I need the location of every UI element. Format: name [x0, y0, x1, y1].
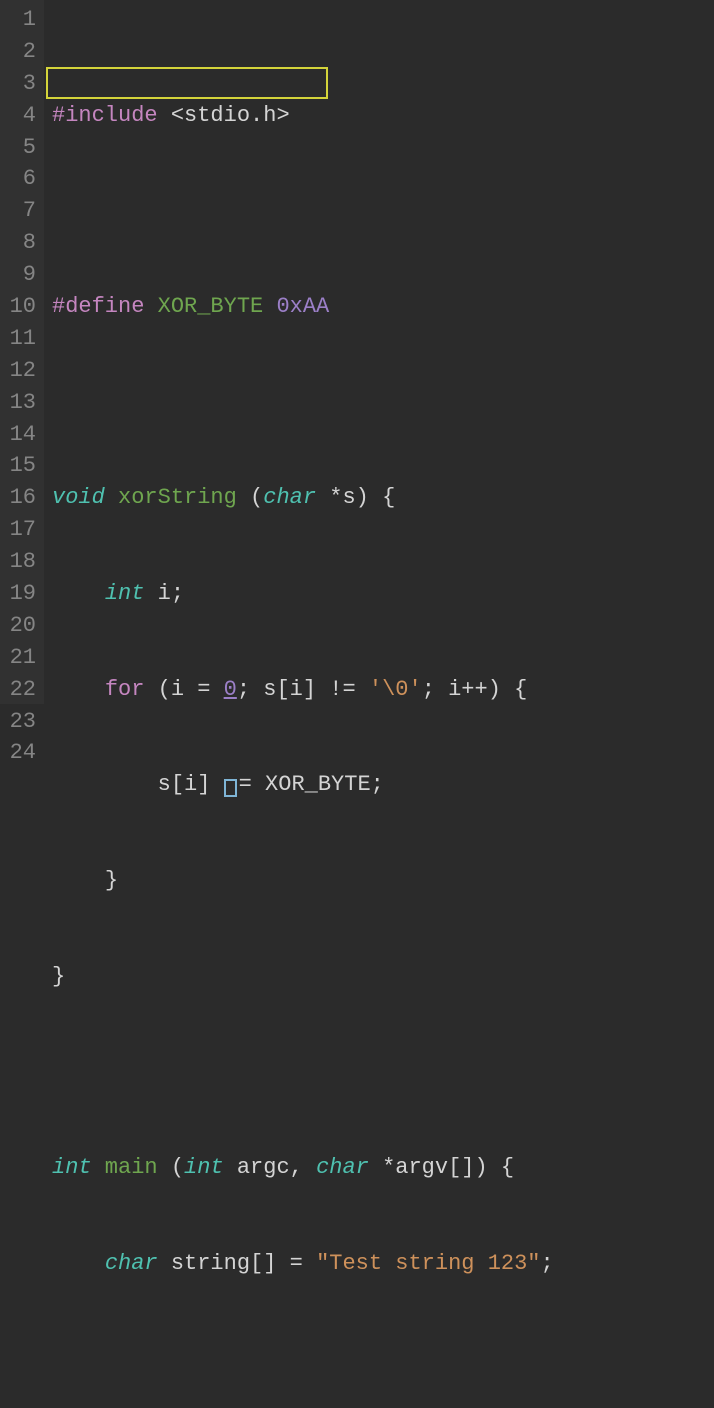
line-number: 6 — [4, 163, 36, 195]
code-line[interactable]: } — [52, 961, 659, 993]
line-number: 14 — [4, 419, 36, 451]
line-number: 18 — [4, 546, 36, 578]
code-area[interactable]: #include <stdio.h> #define XOR_BYTE 0xAA… — [44, 0, 659, 704]
code-line[interactable] — [52, 387, 659, 419]
line-number: 15 — [4, 450, 36, 482]
line-number: 17 — [4, 514, 36, 546]
code-line[interactable]: void xorString (char *s) { — [52, 482, 659, 514]
line-number: 19 — [4, 578, 36, 610]
line-number: 5 — [4, 132, 36, 164]
line-number: 24 — [4, 737, 36, 769]
code-editor[interactable]: 1 2 3 4 5 6 7 8 9 10 11 12 13 14 15 16 1… — [0, 0, 714, 704]
line-number: 23 — [4, 706, 36, 738]
line-number: 1 — [4, 4, 36, 36]
line-number: 21 — [4, 642, 36, 674]
code-line[interactable]: int main (int argc, char *argv[]) { — [52, 1152, 659, 1184]
line-number: 20 — [4, 610, 36, 642]
line-number: 11 — [4, 323, 36, 355]
line-number: 8 — [4, 227, 36, 259]
line-number-gutter: 1 2 3 4 5 6 7 8 9 10 11 12 13 14 15 16 1… — [0, 0, 44, 704]
line-number: 10 — [4, 291, 36, 323]
code-line[interactable]: char string[] = "Test string 123"; — [52, 1248, 659, 1280]
line-number: 13 — [4, 387, 36, 419]
cursor-indicator — [224, 779, 237, 797]
line-number: 9 — [4, 259, 36, 291]
code-line[interactable]: #define XOR_BYTE 0xAA — [52, 291, 659, 323]
code-line[interactable] — [52, 1056, 659, 1088]
code-line[interactable] — [52, 1343, 659, 1375]
code-line[interactable]: for (i = 0; s[i] != '\0'; i++) { — [52, 674, 659, 706]
line-number: 4 — [4, 100, 36, 132]
line-number: 7 — [4, 195, 36, 227]
code-line[interactable]: } — [52, 865, 659, 897]
line-number: 22 — [4, 674, 36, 706]
code-line[interactable] — [52, 195, 659, 227]
line-number: 12 — [4, 355, 36, 387]
code-line[interactable]: s[i] = XOR_BYTE; — [52, 769, 659, 801]
line-number: 16 — [4, 482, 36, 514]
code-line[interactable]: #include <stdio.h> — [52, 100, 659, 132]
highlight-annotation — [46, 67, 328, 99]
code-line[interactable]: int i; — [52, 578, 659, 610]
line-number: 2 — [4, 36, 36, 68]
line-number: 3 — [4, 68, 36, 100]
